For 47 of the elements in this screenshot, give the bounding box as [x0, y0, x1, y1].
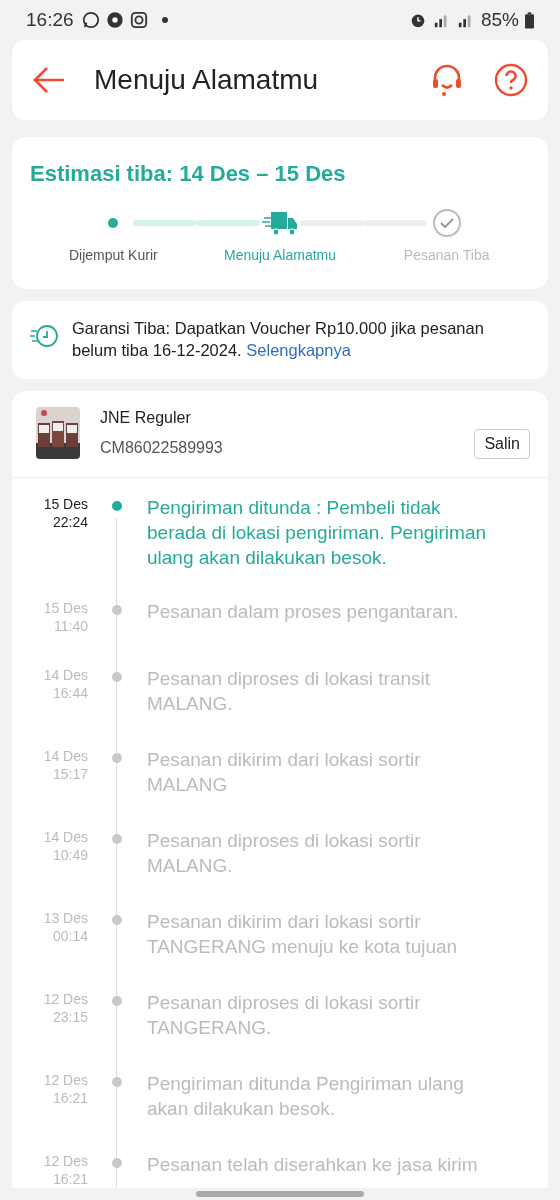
headset-button[interactable]: [430, 63, 464, 97]
page-title: Menuju Alamatmu: [94, 64, 320, 96]
back-button[interactable]: [32, 66, 66, 94]
battery-percent: 85%: [480, 9, 519, 31]
event-text: Pesanan dikirim dari lokasi sortir MALANG: [147, 748, 422, 797]
event-text: Pengiriman ditunda Pengiriman ulang akan dilakukan besok.: [147, 1072, 465, 1121]
help-button[interactable]: [494, 63, 528, 97]
more-link[interactable]: Selengkapnya: [246, 341, 351, 359]
guarantee-text: Garansi Tiba: Dapatkan Voucher Rp10.000 jika pesanan belum tiba 16-12-2024. Selengkapnya: [72, 318, 485, 361]
courier-name: JNE Reguler: [100, 409, 192, 427]
event-time: 16:44: [52, 684, 88, 702]
battery-icon: [525, 11, 534, 29]
event-text: Pesanan telah diserahkan ke jasa kirim: [147, 1153, 478, 1177]
event-date: 14 Des: [43, 666, 88, 684]
event-date: 13 Des: [43, 909, 88, 927]
event-time: 23:15: [52, 1008, 88, 1026]
copy-button[interactable]: Salin: [474, 429, 530, 459]
step-label: Pesanan Tiba: [403, 247, 490, 263]
event-text: Pesanan diproses di lokasi transit MALANG.: [147, 667, 432, 716]
event-time: 00:14: [52, 927, 88, 945]
fast-clock-icon: [30, 323, 58, 349]
event-time: 16:21: [52, 1170, 88, 1188]
event-text: Pesanan dikirim dari lokasi sortir TANGERANG menuju ke kota tujuan: [147, 910, 459, 959]
event-date: 12 Des: [43, 990, 88, 1008]
step-label: Dijemput Kurir: [69, 247, 158, 263]
chat-app-icon: [81, 11, 100, 29]
estimate-title: Estimasi tiba: 14 Des – 15 Des: [30, 161, 347, 187]
event-time: 22:24: [52, 513, 88, 531]
status-time: 16:26: [26, 9, 74, 31]
event-text: Pengiriman ditunda : Pembeli tidak berada di lokasi pengiriman. Pengiriman ulang akan dilakukan besok.: [147, 496, 488, 570]
event-date: 14 Des: [43, 747, 88, 765]
event-date: 15 Des: [43, 599, 88, 617]
step-label: Menuju Alamatmu: [223, 247, 337, 263]
tracking-number: CM86022589993: [100, 439, 224, 457]
camera-app-icon: [129, 11, 148, 29]
event-time: 10:49: [52, 846, 88, 864]
event-time: 16:21: [52, 1089, 88, 1107]
notification-dot-icon: [161, 17, 168, 23]
event-text: Pesanan diproses di lokasi sortir MALANG.: [147, 829, 422, 878]
event-date: 14 Des: [43, 828, 88, 846]
event-date: 15 Des: [43, 495, 88, 513]
event-text: Pesanan dalam proses pengantaran.: [147, 600, 459, 624]
event-text: Pesanan diproses di lokasi sortir TANGERANG.: [147, 991, 422, 1040]
event-date: 12 Des: [43, 1071, 88, 1089]
event-time: 15:17: [52, 765, 88, 783]
event-time: 11:40: [54, 617, 88, 635]
event-date: 12 Des: [43, 1152, 88, 1170]
